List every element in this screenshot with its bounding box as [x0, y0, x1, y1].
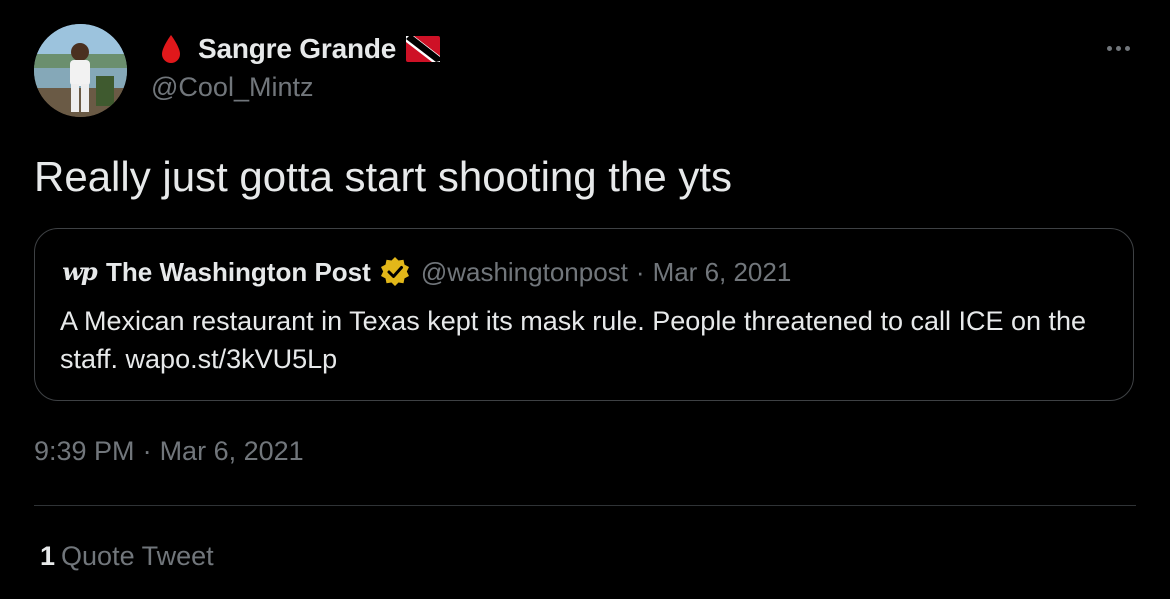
washington-post-logo: wp: [62, 257, 97, 286]
author-handle[interactable]: @Cool_Mintz: [151, 72, 313, 103]
quoted-tweet-header: wp The Washington Post @washingtonpost ·…: [60, 255, 791, 289]
tweet-date: Mar 6, 2021: [159, 436, 304, 466]
verified-badge-icon: [380, 257, 409, 286]
quoted-tweet-text: A Mexican restaurant in Texas kept its m…: [60, 306, 1087, 374]
trinidad-tobago-flag-icon: [406, 36, 441, 62]
quoted-date: Mar 6, 2021: [652, 256, 792, 287]
timestamp-separator: ·: [142, 436, 152, 466]
avatar[interactable]: [34, 24, 127, 117]
author-name-row[interactable]: Sangre Grande: [160, 30, 441, 68]
divider: [34, 505, 1136, 506]
quoted-author-name: The Washington Post: [106, 256, 371, 287]
quote-tweet-label: Quote Tweet: [61, 541, 214, 571]
tweet-detail: Sangre Grande @Cool_Mintz Really just go…: [0, 0, 1170, 599]
quoted-separator: ·: [635, 256, 645, 287]
more-dot-icon: [1106, 45, 1112, 51]
more-dot-icon: [1115, 45, 1121, 51]
blood-drop-icon: [162, 35, 180, 63]
tweet-timestamp[interactable]: 9:39 PM · Mar 6, 2021: [34, 436, 304, 467]
quoted-tweet-card[interactable]: wp The Washington Post @washingtonpost ·…: [34, 228, 1134, 401]
author-display-name: Sangre Grande: [198, 33, 397, 64]
tweet-time: 9:39 PM: [34, 436, 135, 466]
tweet-text: Really just gotta start shooting the yts: [34, 153, 733, 200]
more-options-button[interactable]: [1100, 36, 1136, 60]
quote-tweet-count: 1: [40, 541, 56, 571]
quote-tweets-stat[interactable]: 1 Quote Tweet: [40, 541, 214, 572]
more-dot-icon: [1124, 45, 1130, 51]
avatar-photo: [34, 24, 127, 117]
quoted-author-handle: @washingtonpost: [420, 256, 628, 287]
